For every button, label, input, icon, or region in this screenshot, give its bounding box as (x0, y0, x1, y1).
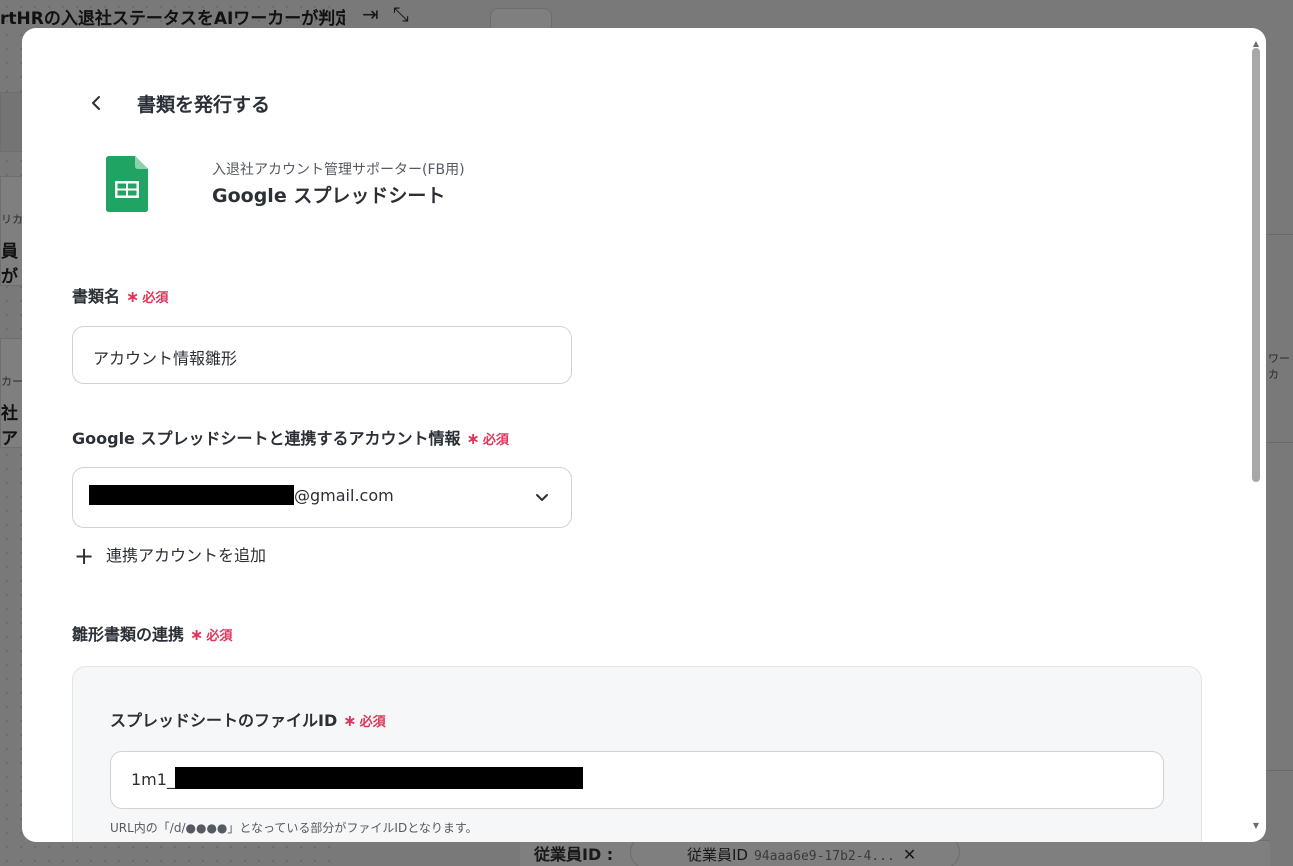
required-badge: 必須 (142, 291, 169, 306)
required-badge: 必須 (206, 629, 233, 644)
required-badge: 必須 (359, 715, 386, 730)
doc-name-label: 書類名 ∗ 必須 (72, 283, 168, 307)
account-label-text: Google スプレッドシートと連携するアカウント情報 (72, 429, 461, 448)
required-star-icon: ∗ (466, 429, 480, 448)
required-star-icon: ∗ (190, 625, 204, 644)
file-id-label-text: スプレッドシートのファイルID (110, 711, 338, 730)
required-star-icon: ∗ (343, 711, 357, 730)
doc-name-value: アカウント情報雛形 (93, 349, 238, 368)
account-label: Google スプレッドシートと連携するアカウント情報 ∗ 必須 (72, 425, 509, 449)
file-id-input[interactable]: 1m1_ (110, 751, 1164, 809)
file-id-label: スプレッドシートのファイルID ∗ 必須 (110, 707, 386, 731)
required-badge: 必須 (482, 433, 509, 448)
scroll-up-arrow-icon[interactable]: ▲ (1252, 40, 1260, 48)
chevron-left-icon (92, 96, 100, 110)
required-star-icon: ∗ (126, 287, 140, 306)
redacted-email (89, 484, 294, 505)
add-account-button[interactable]: + 連携アカウントを追加 (74, 542, 266, 570)
template-label: 雛形書類の連携 ∗ 必須 (72, 621, 232, 645)
redacted-file-id (174, 767, 583, 789)
doc-name-label-text: 書類名 (72, 287, 121, 306)
google-sheets-logo-icon (106, 156, 148, 212)
file-id-hint: URL内の「/d/●●●●」となっている部分がファイルIDとなります。 (110, 821, 478, 835)
page-title: 書類を発行する (137, 94, 271, 116)
template-label-text: 雛形書類の連携 (72, 625, 185, 644)
chevron-down-icon (536, 494, 548, 501)
back-button[interactable] (84, 90, 110, 116)
account-select[interactable]: @gmail.com (72, 467, 572, 528)
file-id-prefix: 1m1_ (131, 770, 175, 789)
account-email-suffix: @gmail.com (294, 486, 394, 505)
plus-icon: + (74, 542, 95, 570)
issue-document-modal: ▲ ▼ 書類を発行する 入退社アカウント管理サポーター(FB用) Google … (22, 28, 1266, 842)
app-name: Google スプレッドシート (212, 185, 446, 207)
doc-name-input[interactable]: アカウント情報雛形 (72, 326, 572, 384)
app-subtitle: 入退社アカウント管理サポーター(FB用) (212, 162, 465, 178)
scrollbar-thumb[interactable] (1252, 48, 1260, 482)
add-account-label: 連携アカウントを追加 (106, 546, 267, 565)
modal-scrollbar[interactable]: ▲ ▼ (1252, 40, 1260, 830)
scroll-down-arrow-icon[interactable]: ▼ (1252, 822, 1260, 830)
